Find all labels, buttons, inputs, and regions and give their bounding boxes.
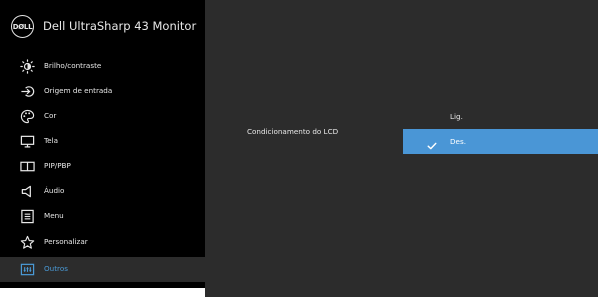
- dell-logo: DØLL: [11, 15, 34, 38]
- menu-label: Outros: [44, 264, 68, 273]
- menu-label: Cor: [44, 111, 57, 120]
- brightness-icon: [20, 59, 35, 74]
- color-palette-icon: [20, 109, 35, 124]
- menu-label: Tela: [44, 136, 58, 145]
- menu-item-display[interactable]: Tela: [0, 129, 205, 154]
- pip-pbp-icon: [20, 159, 35, 174]
- menu-list-icon: [20, 209, 35, 224]
- menu-label: Origem de entrada: [44, 86, 113, 95]
- lcd-conditioning-label: Condicionamento do LCD: [247, 127, 339, 136]
- osd-sidebar: DØLL Dell UltraSharp 43 Monitor Brilho/c…: [0, 0, 205, 288]
- menu-label: Brilho/contraste: [44, 61, 102, 70]
- menu-item-pip-pbp[interactable]: PIP/PBP: [0, 154, 205, 179]
- menu-item-others[interactable]: Outros: [0, 257, 205, 282]
- others-icon: [20, 262, 35, 277]
- menu-item-brightness-contrast[interactable]: Brilho/contraste: [0, 54, 205, 79]
- option-label: Des.: [450, 137, 466, 146]
- option-off[interactable]: Des.: [403, 129, 598, 154]
- checkmark-icon: [427, 136, 437, 150]
- menu-label: PIP/PBP: [44, 161, 71, 170]
- option-on[interactable]: Lig.: [403, 104, 598, 129]
- menu-item-input-source[interactable]: Origem de entrada: [0, 79, 205, 104]
- star-icon: [20, 235, 35, 250]
- input-source-icon: [20, 84, 35, 99]
- menu-item-personalize[interactable]: Personalizar: [0, 230, 205, 255]
- speaker-icon: [20, 184, 35, 199]
- display-icon: [20, 134, 35, 149]
- monitor-osd: DØLL Dell UltraSharp 43 Monitor Brilho/c…: [0, 0, 598, 297]
- osd-header: DØLL Dell UltraSharp 43 Monitor: [0, 0, 205, 52]
- monitor-title: Dell UltraSharp 43 Monitor: [43, 19, 197, 33]
- menu-label: Personalizar: [44, 237, 88, 246]
- option-label: Lig.: [450, 112, 463, 121]
- menu-label: Áudio: [44, 186, 65, 195]
- menu-item-menu[interactable]: Menu: [0, 204, 205, 229]
- menu-label: Menu: [44, 211, 64, 220]
- menu-item-audio[interactable]: Áudio: [0, 179, 205, 204]
- menu-item-color[interactable]: Cor: [0, 104, 205, 129]
